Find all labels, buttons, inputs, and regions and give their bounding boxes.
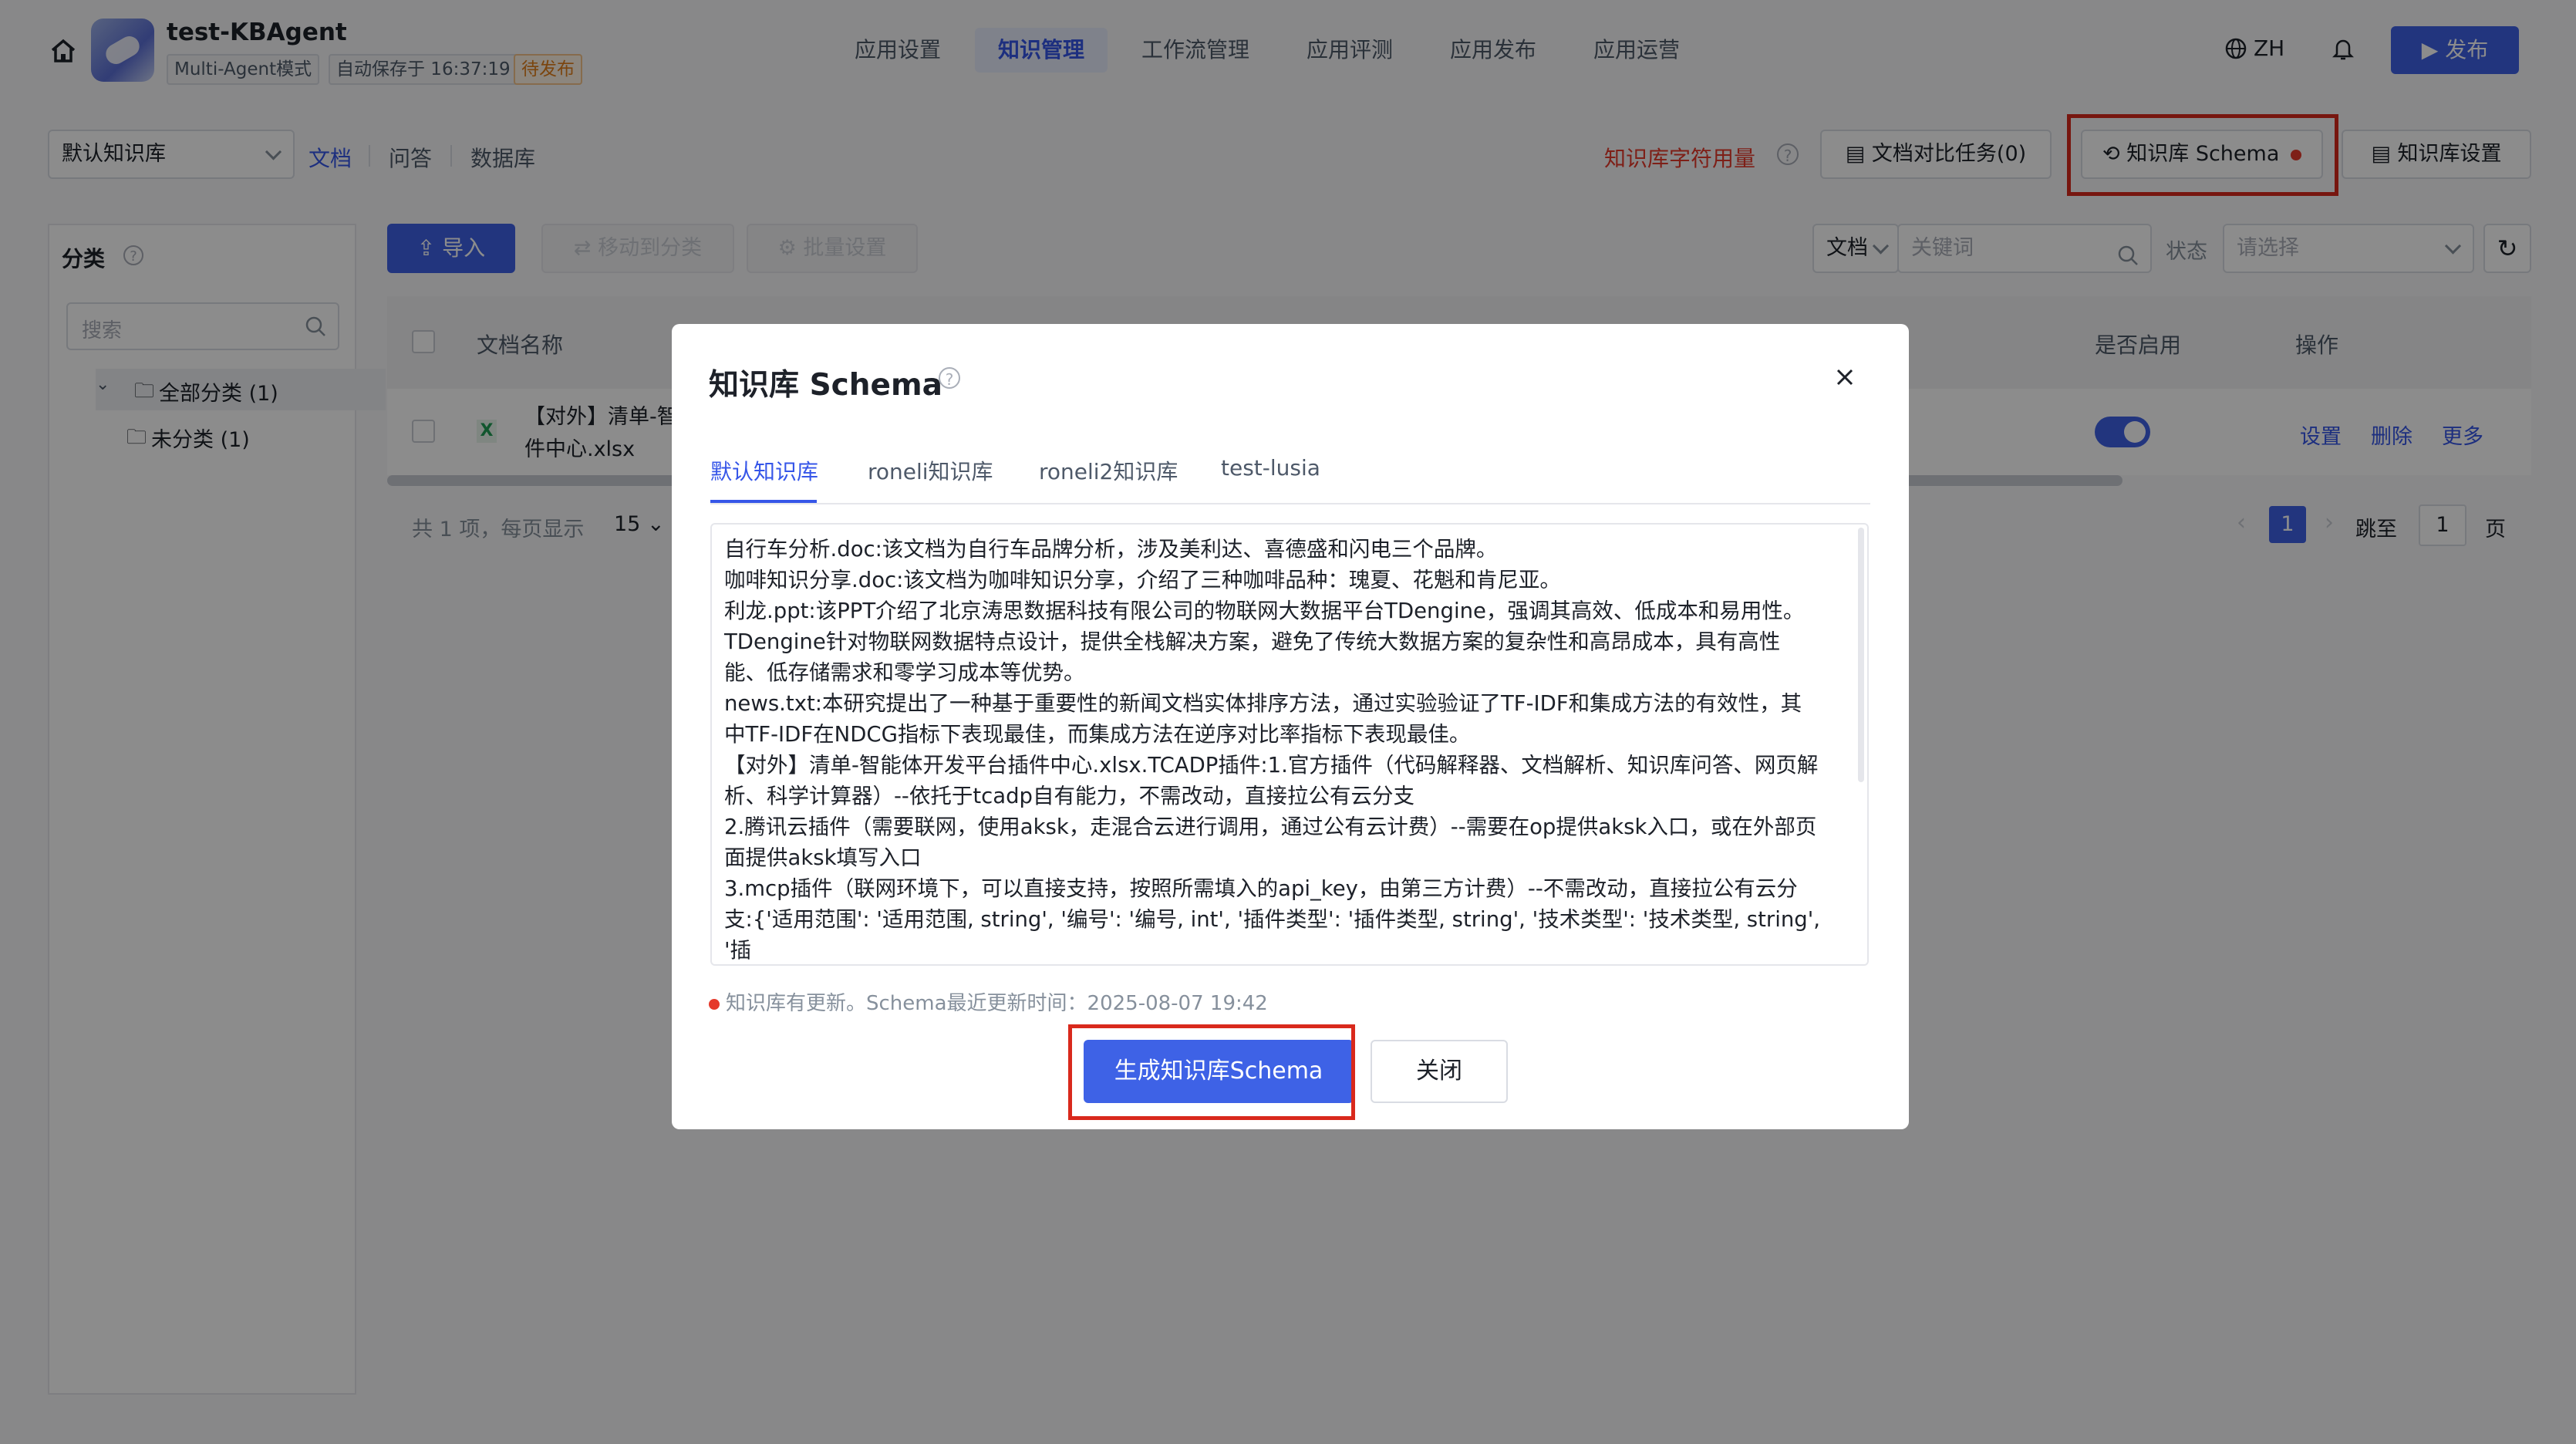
modal-tab-default-kb[interactable]: 默认知识库 xyxy=(710,455,818,486)
close-modal-button[interactable]: 关闭 xyxy=(1371,1040,1508,1103)
tab-divider xyxy=(710,503,1870,504)
close-icon[interactable] xyxy=(1833,366,1856,392)
help-icon[interactable]: ? xyxy=(939,367,960,389)
modal-tab-test-lusia[interactable]: test-lusia xyxy=(1221,455,1320,481)
schema-line: 能、低存储需求和零学习成本等优势。 xyxy=(724,660,1085,685)
schema-line: TDengine针对物联网数据特点设计，提供全栈解决方案，避免了传统大数据方案的… xyxy=(724,629,1781,654)
schema-line: 析、科学计算器）--依托于tcadp自有能力，不需改动，直接拉公有云分支 xyxy=(724,784,1415,808)
schema-line: 支:{'适用范围': '适用范围, string', '编号': '编号, in… xyxy=(724,907,1827,963)
schema-line: 【对外】清单-智能体开发平台插件中心.xlsx.TCADP插件:1.官方插件（代… xyxy=(724,753,1819,778)
modal-tab-roneli-kb[interactable]: roneli知识库 xyxy=(868,455,993,486)
schema-line: 3.mcp插件（联网环境下，可以直接支持，按照所需填入的api_key，由第三方… xyxy=(724,876,1798,901)
modal-title: 知识库 Schema xyxy=(709,368,942,403)
schema-line: 2.腾讯云插件（需要联网，使用aksk，走混合云进行调用，通过公有云计费）--需… xyxy=(724,815,1817,839)
schema-line: 面提供aksk填写入口 xyxy=(724,845,922,870)
schema-line: 中TF-IDF在NDCG指标下表现最佳，而集成方法在逆序对比率指标下表现最佳。 xyxy=(724,722,1471,747)
schema-scrollbar[interactable] xyxy=(1858,528,1864,782)
schema-content: 自行车分析.doc:该文档为自行车品牌分析，涉及美利达、喜德盛和闪电三个品牌。咖… xyxy=(724,534,1835,964)
schema-textarea[interactable]: 自行车分析.doc:该文档为自行车品牌分析，涉及美利达、喜德盛和闪电三个品牌。咖… xyxy=(710,523,1869,966)
update-dot xyxy=(709,998,720,1010)
schema-line: 咖啡知识分享.doc:该文档为咖啡知识分享，介绍了三种咖啡品种：瑰夏、花魁和肯尼… xyxy=(724,568,1561,592)
schema-line: news.txt:本研究提出了一种基于重要性的新闻文档实体排序方法，通过实验验证… xyxy=(724,691,1802,716)
modal-tab-roneli2-kb[interactable]: roneli2知识库 xyxy=(1039,455,1178,486)
highlight-frame-generate-button xyxy=(1068,1024,1355,1120)
schema-line: 自行车分析.doc:该文档为自行车品牌分析，涉及美利达、喜德盛和闪电三个品牌。 xyxy=(724,537,1498,562)
schema-line: 利龙.ppt:该PPT介绍了北京涛思数据科技有限公司的物联网大数据平台TDeng… xyxy=(724,599,1805,623)
schema-modal: 知识库 Schema ? 默认知识库 roneli知识库 roneli2知识库 … xyxy=(672,324,1909,1129)
update-notice-text: 知识库有更新。Schema最近更新时间：2025-08-07 19:42 xyxy=(726,992,1268,1015)
update-notice: 知识库有更新。Schema最近更新时间：2025-08-07 19:42 xyxy=(709,987,1268,1016)
